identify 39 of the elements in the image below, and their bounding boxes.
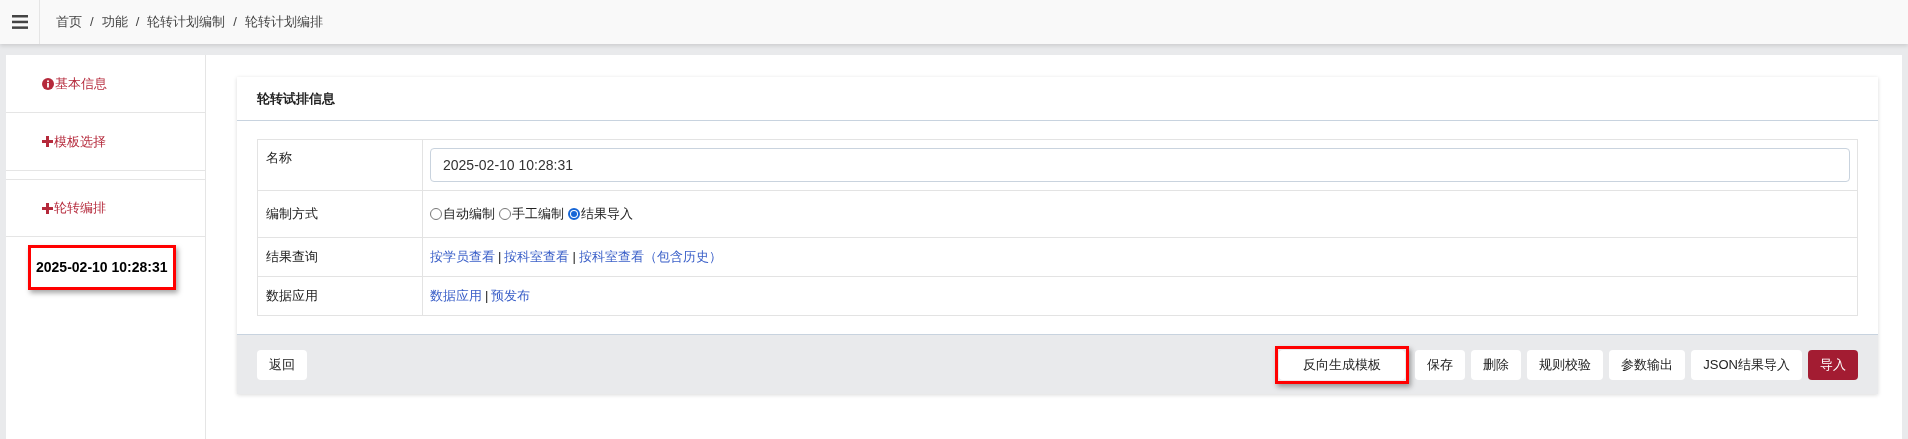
breadcrumb-separator: / (89, 13, 95, 32)
link-separator: | (484, 287, 490, 306)
breadcrumb-separator: / (232, 13, 238, 32)
link-separator: | (571, 248, 577, 267)
action-button[interactable]: JSON结果导入 (1691, 349, 1802, 380)
breadcrumb-separator: / (134, 13, 141, 32)
action-button[interactable]: 反向生成模板 (1279, 349, 1406, 380)
radio-option[interactable]: 结果导入 (568, 204, 633, 224)
sidebar-item[interactable]: 轮转编排 (42, 198, 106, 218)
result-link[interactable]: 按科室查看（包含历史） (578, 247, 722, 267)
link-separator: | (497, 248, 503, 267)
menu-icon[interactable] (11, 15, 28, 29)
result-link[interactable]: 数据应用 (430, 286, 482, 306)
breadcrumb-item[interactable]: 首页 (56, 12, 82, 32)
result-link[interactable]: 按学员查看 (430, 247, 495, 267)
action-button[interactable]: 参数输出 (1609, 349, 1686, 380)
action-button[interactable]: 导入 (1808, 349, 1858, 380)
breadcrumb-item[interactable]: 轮转计划编制 (147, 12, 226, 32)
field-label: 数据应用 (266, 287, 318, 306)
breadcrumb-item[interactable]: 功能 (101, 12, 128, 32)
info-icon (42, 77, 54, 90)
plus-icon (42, 136, 53, 147)
breadcrumb-item[interactable]: 轮转计划编排 (244, 12, 323, 32)
field-label: 结果查询 (266, 248, 318, 267)
field-label: 编制方式 (266, 205, 318, 224)
result-link[interactable]: 预发布 (491, 286, 531, 306)
radio-option[interactable]: 自动编制 (430, 204, 495, 224)
action-button[interactable]: 保存 (1415, 349, 1466, 380)
action-button[interactable]: 返回 (257, 349, 307, 380)
action-button[interactable]: 删除 (1471, 349, 1522, 380)
sidebar-item[interactable]: 基本信息 (42, 73, 107, 94)
field-label: 名称 (266, 150, 292, 165)
plus-icon (42, 202, 53, 214)
action-button[interactable]: 规则校验 (1527, 349, 1604, 380)
card-title: 轮转试排信息 (257, 89, 335, 108)
name-field[interactable]: 2025-02-10 10:28:31 (430, 148, 1850, 182)
radio-option[interactable]: 手工编制 (499, 204, 564, 224)
result-link[interactable]: 按科室查看 (504, 247, 570, 267)
sidebar-item[interactable]: 模板选择 (42, 131, 106, 152)
